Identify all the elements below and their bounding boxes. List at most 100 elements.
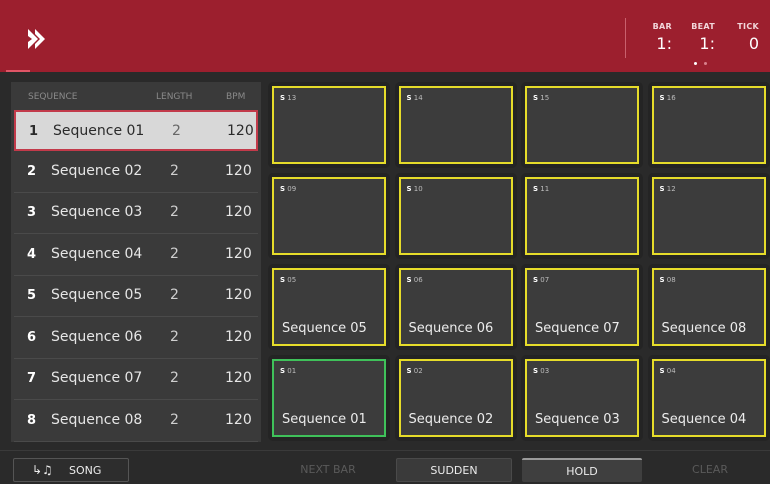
sequence-number: 5: [27, 288, 37, 303]
pad-id: S 10: [407, 185, 423, 193]
sequence-pad[interactable]: S 08 Sequence 08: [651, 268, 766, 346]
pad-id: S 01: [280, 367, 296, 375]
pad-sequence-name: Sequence 04: [661, 412, 747, 427]
pad-id: S 14: [407, 94, 423, 102]
sequence-row[interactable]: 3 Sequence 03 2 120: [14, 193, 258, 234]
pad-cell: S 04 Sequence 04: [647, 355, 770, 441]
pad-cell: S 12: [647, 173, 770, 259]
sequence-number: 2: [27, 163, 37, 179]
next-bar-button[interactable]: NEXT BAR: [270, 458, 386, 482]
column-header-bpm: BPM: [226, 92, 246, 102]
sequence-pad[interactable]: S 06 Sequence 06: [398, 268, 513, 346]
pad-id: S 11: [533, 185, 549, 193]
sequence-pad[interactable]: S 07 Sequence 07: [525, 268, 639, 346]
sequence-bpm: 120: [225, 287, 252, 303]
sequence-pad[interactable]: S 11: [525, 177, 639, 255]
pad-cell: S 13: [268, 82, 390, 168]
sequence-number: 1: [29, 124, 39, 139]
pad-prefix: S: [280, 276, 286, 284]
pad-sequence-name: Sequence 07: [535, 321, 620, 336]
header-divider: [625, 18, 626, 58]
sequence-row[interactable]: 2 Sequence 02 2 120: [14, 152, 258, 193]
sequence-bpm: 120: [225, 328, 252, 345]
sequence-length: 2: [170, 411, 179, 428]
tick-value: 0: [748, 34, 759, 53]
sequence-pad[interactable]: S 15: [525, 86, 639, 164]
hold-button[interactable]: HOLD: [522, 458, 642, 482]
pad-number: 15: [540, 94, 550, 102]
pad-cell: S 09: [268, 173, 390, 259]
pad-number: 10: [413, 185, 423, 193]
pad-id: S 13: [280, 94, 296, 102]
pad-prefix: S: [659, 185, 665, 193]
bar-value: 1:: [656, 34, 672, 53]
sequence-pad[interactable]: S 14: [398, 86, 513, 164]
pad-sequence-name: Sequence 08: [661, 321, 747, 336]
beat-counter: BEAT 1:: [689, 22, 715, 53]
sequence-pad[interactable]: S 01 Sequence 01: [272, 359, 386, 437]
pad-id: S 15: [533, 94, 549, 102]
sequence-row[interactable]: 7 Sequence 07 2 120: [14, 359, 258, 400]
sequence-pad[interactable]: S 09: [272, 177, 386, 255]
sequence-bpm: 120: [225, 245, 252, 262]
sequence-pad[interactable]: S 16: [651, 86, 766, 164]
sequence-row[interactable]: 6 Sequence 06 2 120: [14, 318, 258, 359]
pad-prefix: S: [406, 185, 412, 193]
pad-number: 05: [287, 276, 297, 284]
sequence-name: Sequence 06: [51, 328, 143, 345]
pad-number: 12: [666, 185, 676, 193]
sequence-pad[interactable]: S 13: [272, 86, 386, 164]
pad-prefix: S: [659, 94, 665, 102]
song-button-label: SONG: [69, 464, 102, 477]
sequence-name: Sequence 01: [53, 123, 145, 139]
sequence-bpm: 120: [225, 162, 252, 179]
sequence-bpm: 120: [225, 411, 252, 428]
tick-label: TICK: [737, 22, 759, 31]
pad-prefix: S: [280, 94, 286, 102]
clear-button[interactable]: CLEAR: [652, 458, 768, 482]
sequence-bpm: 120: [225, 370, 252, 386]
pad-prefix: S: [659, 276, 665, 284]
sequence-pad[interactable]: S 12: [651, 177, 766, 255]
pad-number: 06: [413, 276, 423, 284]
pad-number: 09: [287, 185, 297, 193]
akai-logo-icon[interactable]: [28, 29, 46, 49]
sequence-row[interactable]: 5 Sequence 05 2 120: [14, 276, 258, 317]
sequence-name: Sequence 08: [51, 411, 143, 428]
sequence-pad[interactable]: S 05 Sequence 05: [272, 268, 386, 346]
sequence-length: 2: [170, 204, 179, 220]
pad-number: 07: [540, 276, 550, 284]
sequence-pad[interactable]: S 03 Sequence 03: [525, 359, 639, 437]
beat-label: BEAT: [691, 22, 715, 31]
sequence-length: 2: [170, 370, 179, 386]
pad-number: 08: [666, 276, 676, 284]
pad-number: 14: [413, 94, 423, 102]
pad-cell: S 11: [521, 173, 643, 259]
bar-label: BAR: [652, 22, 672, 31]
sequence-pad[interactable]: S 02 Sequence 02: [398, 359, 513, 437]
pad-id: S 08: [660, 276, 676, 284]
sequence-row[interactable]: 8 Sequence 08 2 120: [14, 401, 258, 442]
page-dot: [694, 62, 697, 65]
column-header-sequence: SEQUENCE: [28, 92, 78, 102]
pad-prefix: S: [533, 185, 539, 193]
sequence-name: Sequence 03: [51, 204, 143, 220]
pad-cell: S 03 Sequence 03: [521, 355, 643, 441]
sequence-name: Sequence 05: [51, 287, 143, 303]
pad-id: S 16: [660, 94, 676, 102]
sequence-row[interactable]: 4 Sequence 04 2 120: [14, 235, 258, 276]
sequence-name: Sequence 07: [51, 370, 143, 386]
sudden-button[interactable]: SUDDEN: [396, 458, 512, 482]
pad-cell: S 01 Sequence 01: [268, 355, 390, 441]
sequence-pad[interactable]: S 04 Sequence 04: [651, 359, 766, 437]
sequence-length: 2: [170, 245, 179, 262]
top-bar: BAR 1: BEAT 1: TICK 0: [0, 0, 770, 72]
pad-number: 04: [666, 367, 676, 375]
pad-sequence-name: Sequence 05: [282, 321, 367, 336]
sequence-pad[interactable]: S 10: [398, 177, 513, 255]
beat-value: 1:: [699, 34, 715, 53]
pad-cell: S 10: [394, 173, 517, 259]
pad-sequence-name: Sequence 06: [408, 321, 494, 336]
song-button[interactable]: ↳♫ SONG: [13, 458, 129, 482]
sequence-row[interactable]: 1 Sequence 01 2 120: [14, 110, 258, 151]
